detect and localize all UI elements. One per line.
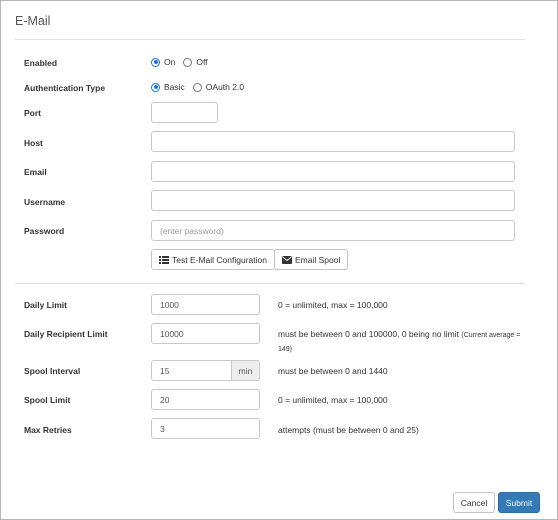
test-email-config-label: Test E-Mail Configuration (172, 254, 267, 265)
max-retries-label: Max Retries (24, 425, 72, 435)
spool-interval-label: Spool Interval (24, 366, 81, 376)
spool-interval-input[interactable] (151, 360, 232, 381)
enabled-off-radio[interactable] (183, 57, 193, 67)
enabled-radio-group: On Off (151, 57, 216, 67)
submit-button[interactable]: Submit (498, 492, 540, 513)
page-title: E-Mail (15, 14, 51, 28)
envelope-icon (282, 255, 292, 264)
auth-oauth-label[interactable]: OAuth 2.0 (206, 82, 244, 92)
spool-interval-help: must be between 0 and 1440 (278, 366, 388, 376)
email-spool-label: Email Spool (295, 254, 341, 265)
password-label: Password (24, 226, 65, 236)
daily-recipient-limit-help: must be between 0 and 100000, 0 being no… (278, 328, 523, 356)
spool-limit-help: 0 = unlimited, max = 100,000 (278, 395, 388, 405)
spool-limit-label: Spool Limit (24, 395, 71, 405)
list-icon (159, 255, 169, 264)
enabled-off-label[interactable]: Off (196, 57, 207, 67)
enabled-on-radio[interactable] (151, 57, 160, 67)
daily-limit-help: 0 = unlimited, max = 100,000 (278, 300, 388, 310)
auth-basic-radio[interactable] (151, 82, 160, 92)
daily-limit-input[interactable] (151, 294, 260, 315)
enabled-on-label[interactable]: On (164, 57, 175, 67)
daily-recipient-limit-help-text: must be between 0 and 100000, 0 being no… (278, 329, 459, 339)
auth-basic-label[interactable]: Basic (164, 82, 185, 92)
auth-type-label: Authentication Type (24, 83, 106, 93)
daily-recipient-limit-input[interactable] (151, 323, 260, 344)
host-label: Host (24, 138, 43, 148)
host-input[interactable] (151, 131, 515, 152)
auth-oauth-radio[interactable] (192, 82, 202, 92)
cancel-button[interactable]: Cancel (453, 492, 495, 513)
max-retries-help: attempts (must be between 0 and 25) (278, 425, 419, 435)
username-input[interactable] (151, 190, 515, 211)
port-input[interactable] (151, 102, 218, 123)
email-settings-panel: E-Mail Enabled On Off Authentication Typ… (0, 0, 558, 520)
spool-limit-input[interactable] (151, 389, 260, 410)
email-input[interactable] (151, 161, 515, 182)
title-divider (15, 39, 525, 40)
username-label: Username (24, 197, 66, 207)
daily-limit-label: Daily Limit (24, 300, 67, 310)
email-spool-button[interactable]: Email Spool (274, 249, 349, 270)
spool-interval-unit: min (232, 360, 260, 381)
password-input[interactable] (151, 220, 515, 241)
auth-type-radio-group: Basic OAuth 2.0 (151, 82, 252, 92)
enabled-label: Enabled (24, 58, 58, 68)
email-label: Email (24, 167, 47, 177)
section-divider (15, 283, 525, 284)
daily-recipient-limit-label: Daily Recipient Limit (24, 329, 108, 339)
test-email-config-button[interactable]: Test E-Mail Configuration (151, 249, 275, 270)
port-label: Port (24, 108, 41, 118)
max-retries-input[interactable] (151, 418, 260, 439)
